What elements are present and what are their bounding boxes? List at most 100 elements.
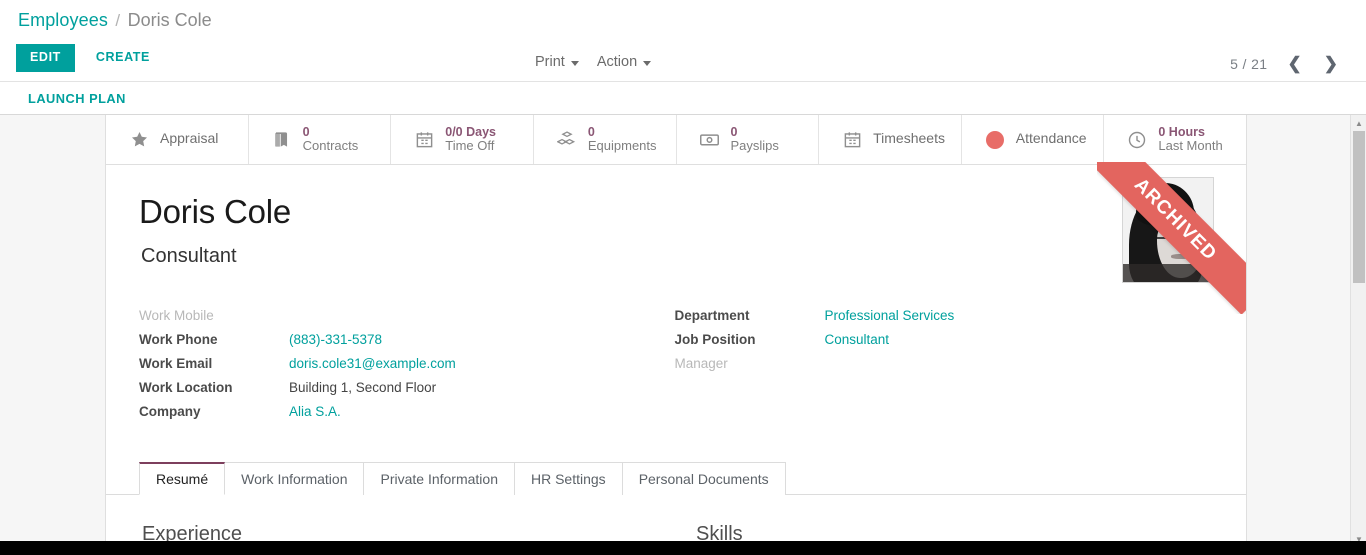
field-label: Work Location bbox=[139, 380, 233, 395]
odoo-employee-form-page: Employees / Doris Cole EDIT CREATE Print… bbox=[0, 0, 1366, 548]
field-label: Department bbox=[674, 308, 750, 323]
field-column-left: Work Mobile Work Phone (883)-331-5378 Wo… bbox=[139, 308, 675, 428]
field-label: Work Phone bbox=[139, 332, 218, 347]
stat-button-timesheets[interactable]: Timesheets bbox=[819, 115, 962, 164]
field-department: Department Professional Services bbox=[675, 308, 1211, 332]
control-panel-buttons: EDIT CREATE bbox=[0, 44, 163, 72]
calendar-icon bbox=[841, 130, 863, 149]
breadcrumb: Employees / Doris Cole bbox=[0, 0, 1366, 44]
stat-label: Payslips bbox=[730, 138, 779, 154]
clock-icon bbox=[1126, 130, 1148, 150]
chevron-down-icon bbox=[643, 60, 652, 66]
field-label: Job Position bbox=[674, 332, 756, 347]
field-work-phone: Work Phone (883)-331-5378 bbox=[139, 332, 675, 356]
stat-label: Appraisal bbox=[160, 130, 219, 147]
field-value[interactable]: doris.cole31@example.com bbox=[289, 356, 456, 371]
field-job-position: Job Position Consultant bbox=[675, 332, 1211, 356]
field-column-right: Department Professional Services Job Pos… bbox=[675, 308, 1211, 428]
stat-text: Attendance bbox=[1016, 130, 1087, 148]
stat-value: 0 bbox=[587, 124, 595, 139]
create-button[interactable]: CREATE bbox=[83, 44, 163, 72]
stat-button-attendance[interactable]: Attendance bbox=[961, 115, 1105, 164]
tab-work-information[interactable]: Work Information bbox=[225, 462, 365, 495]
field-work-location: Work Location Building 1, Second Floor bbox=[139, 380, 675, 404]
control-panel: EDIT CREATE Print Action 5 / 21 ❮ ❯ bbox=[0, 44, 1366, 82]
chevron-left-icon[interactable]: ❮ bbox=[1280, 53, 1310, 74]
record-body: ARCHIVED Doris Cole Consultant Work Mobi… bbox=[106, 162, 1246, 428]
stat-value: 0 Hours bbox=[1158, 124, 1205, 139]
field-value[interactable]: (883)-331-5378 bbox=[289, 332, 382, 347]
field-work-mobile: Work Mobile bbox=[139, 308, 675, 332]
field-group: Work Mobile Work Phone (883)-331-5378 Wo… bbox=[139, 308, 1210, 428]
stat-text: 0 Contracts bbox=[303, 125, 359, 154]
stat-button-equipments[interactable]: 0 Equipments bbox=[533, 115, 677, 164]
stat-value: 0 bbox=[302, 124, 310, 139]
field-label: Company bbox=[139, 404, 201, 419]
field-value[interactable]: Consultant bbox=[825, 332, 890, 347]
stat-button-contracts[interactable]: 0 Contracts bbox=[248, 115, 392, 164]
page-title: Doris Cole bbox=[139, 193, 292, 230]
field-label: Work Mobile bbox=[139, 308, 214, 323]
money-icon bbox=[699, 129, 721, 150]
stat-button-last-month-hours[interactable]: 0 Hours Last Month bbox=[1104, 115, 1246, 164]
stat-label: Last Month bbox=[1158, 138, 1223, 154]
notebook-page-resume: Experience Skills bbox=[106, 495, 1246, 546]
notebook-tabs: Resumé Work Information Private Informat… bbox=[106, 462, 1246, 495]
chevron-down-icon bbox=[570, 60, 579, 66]
record-sheet: Appraisal 0 Contracts 0/0 Days Time Off … bbox=[105, 115, 1247, 547]
print-label: Print bbox=[535, 54, 565, 70]
scrollbar-thumb[interactable] bbox=[1353, 131, 1365, 283]
stat-button-appraisal[interactable]: Appraisal bbox=[106, 115, 249, 164]
tab-personal-documents[interactable]: Personal Documents bbox=[622, 462, 786, 495]
control-panel-dropdowns: Print Action bbox=[535, 54, 652, 70]
print-dropdown[interactable]: Print bbox=[535, 54, 579, 70]
stat-text: Appraisal bbox=[160, 130, 218, 148]
breadcrumb-separator: / bbox=[115, 11, 121, 30]
launch-plan-link[interactable]: LAUNCH PLAN bbox=[28, 91, 126, 106]
record-title-block: Doris Cole Consultant bbox=[139, 193, 1210, 268]
stat-text: 0/0 Days Time Off bbox=[445, 125, 496, 154]
stat-label: Contracts bbox=[302, 138, 359, 154]
tab-private-information[interactable]: Private Information bbox=[364, 462, 515, 495]
book-icon bbox=[271, 130, 293, 149]
stat-button-time-off[interactable]: 0/0 Days Time Off bbox=[391, 115, 534, 164]
chevron-right-icon[interactable]: ❯ bbox=[1316, 53, 1346, 74]
field-company: Company Alia S.A. bbox=[139, 404, 675, 428]
action-dropdown[interactable]: Action bbox=[596, 54, 652, 70]
tab-hr-settings[interactable]: HR Settings bbox=[514, 462, 623, 495]
stat-label: Timesheets bbox=[873, 130, 945, 147]
stat-text: Timesheets bbox=[873, 130, 945, 148]
breadcrumb-current: Doris Cole bbox=[127, 10, 212, 30]
stat-text: 0 Hours Last Month bbox=[1158, 125, 1222, 154]
stat-label: Attendance bbox=[1015, 130, 1087, 147]
window-bottom-edge bbox=[0, 541, 1366, 548]
field-value[interactable]: Alia S.A. bbox=[289, 404, 341, 419]
tab-resume[interactable]: Resumé bbox=[139, 462, 226, 495]
field-label: Manager bbox=[674, 356, 728, 371]
red-dot-icon bbox=[984, 130, 1006, 149]
field-work-email: Work Email doris.cole31@example.com bbox=[139, 356, 675, 380]
scroll-up-arrow-icon[interactable]: ▲ bbox=[1351, 115, 1366, 131]
field-label: Work Email bbox=[139, 356, 213, 371]
calendar-icon bbox=[413, 130, 435, 149]
field-value[interactable]: Professional Services bbox=[825, 308, 955, 323]
launch-plan-bar: LAUNCH PLAN bbox=[0, 82, 1366, 115]
vertical-scrollbar[interactable]: ▲ ▼ bbox=[1350, 115, 1366, 547]
pager-count: 5 / 21 bbox=[1230, 55, 1268, 72]
form-scroll-area: Appraisal 0 Contracts 0/0 Days Time Off … bbox=[0, 115, 1366, 547]
field-value: Building 1, Second Floor bbox=[289, 380, 437, 395]
stat-value: 0/0 Days bbox=[445, 124, 496, 139]
edit-button[interactable]: EDIT bbox=[16, 44, 75, 72]
stat-value: 0 bbox=[730, 124, 738, 139]
stat-text: 0 Equipments bbox=[588, 125, 657, 154]
breadcrumb-link-employees[interactable]: Employees bbox=[18, 10, 108, 30]
field-manager: Manager bbox=[675, 356, 1211, 380]
stat-label: Equipments bbox=[587, 138, 657, 154]
star-icon bbox=[128, 130, 150, 149]
boxes-icon bbox=[556, 130, 578, 150]
action-label: Action bbox=[596, 54, 638, 70]
stat-button-box: Appraisal 0 Contracts 0/0 Days Time Off … bbox=[106, 115, 1246, 165]
stat-label: Time Off bbox=[445, 138, 495, 154]
stat-button-payslips[interactable]: 0 Payslips bbox=[676, 115, 820, 164]
stat-text: 0 Payslips bbox=[731, 125, 779, 154]
